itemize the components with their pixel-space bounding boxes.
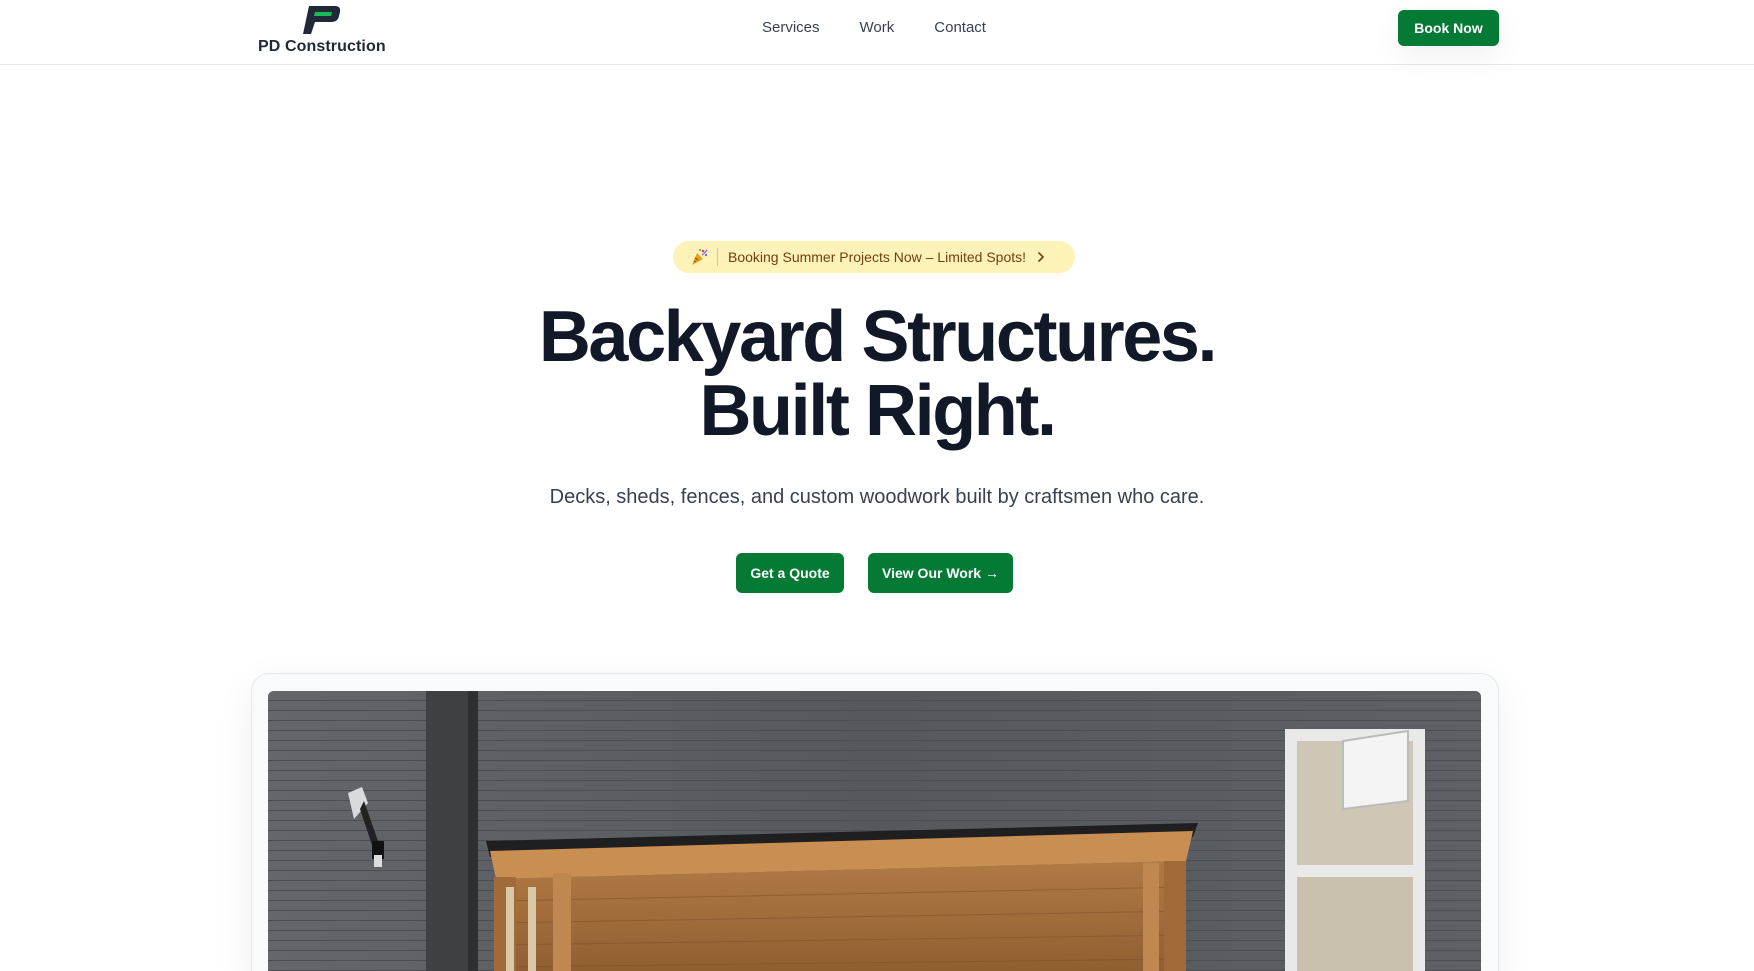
badge-text: Booking Summer Projects Now – Limited Sp…: [728, 249, 1027, 265]
headline-line-2: Built Right.: [699, 371, 1057, 451]
chevron-right-icon: [1036, 251, 1046, 263]
nav-link-services[interactable]: Services: [762, 18, 820, 38]
nav-link-contact[interactable]: Contact: [934, 18, 986, 38]
brand-name: PD Construction: [258, 38, 386, 55]
pd-logo-icon: [303, 6, 341, 34]
announcement-badge[interactable]: Booking Summer Projects Now – Limited Sp…: [673, 241, 1075, 273]
hero-subheadline: Decks, sheds, fences, and custom woodwor…: [549, 486, 1205, 508]
book-now-button[interactable]: Book Now: [1398, 10, 1499, 46]
nav-link-work[interactable]: Work: [860, 18, 895, 38]
view-work-button[interactable]: View Our Work →: [868, 553, 1013, 593]
logo-link[interactable]: PD Construction: [258, 4, 386, 58]
badge-divider: [717, 248, 718, 266]
get-quote-button[interactable]: Get a Quote: [736, 553, 844, 593]
showcase-photo: [268, 691, 1481, 971]
main-nav: Services Work Contact: [762, 18, 986, 38]
headline-line-1: Backyard Structures.: [538, 297, 1218, 377]
site-header: PD Construction Services Work Contact Bo…: [0, 0, 1754, 65]
hero-headline: Backyard Structures. Built Right.: [0, 300, 1754, 448]
hero-cta-group: Get a Quote View Our Work →: [736, 553, 1013, 593]
party-popper-icon: [687, 247, 711, 267]
wooden-shed-image: [268, 691, 1481, 971]
